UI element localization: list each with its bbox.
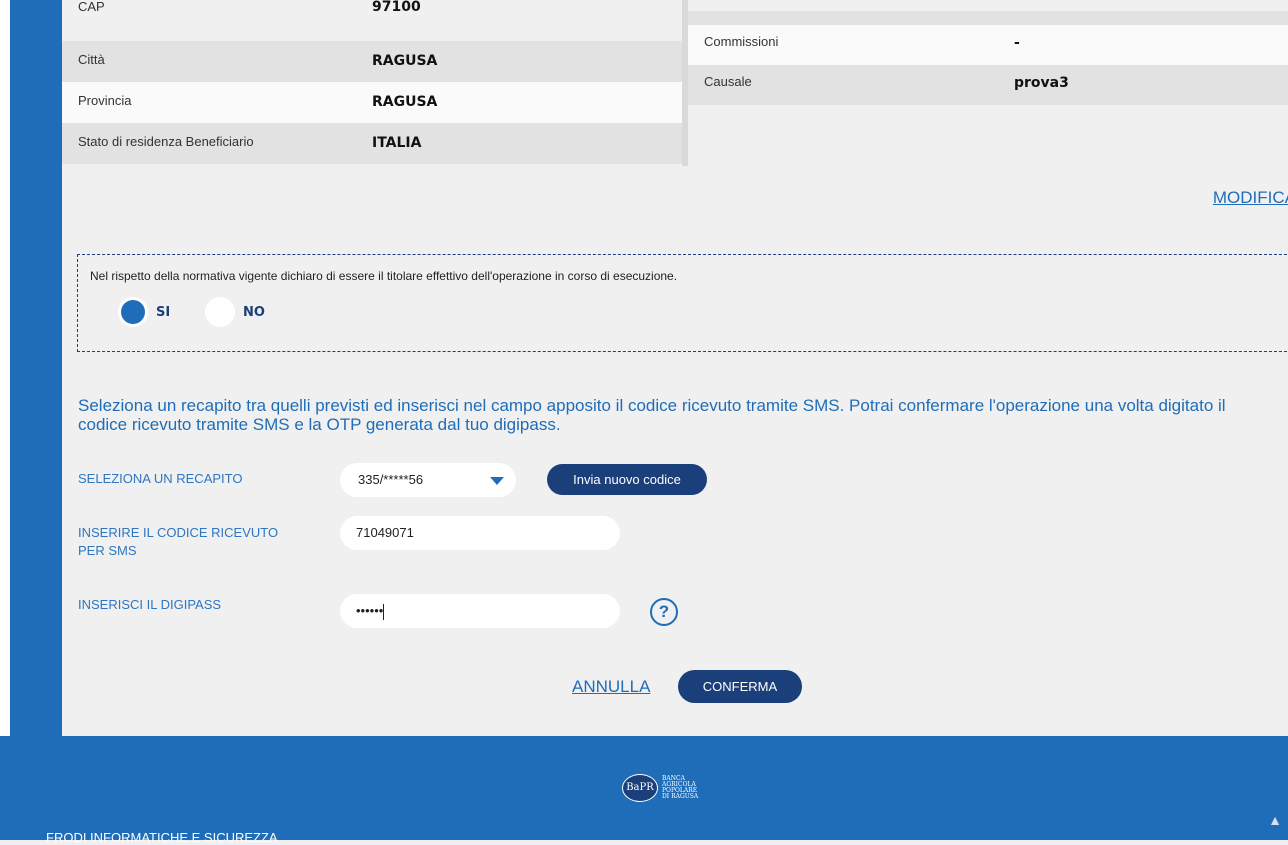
send-new-code-button[interactable]: Invia nuovo codice	[547, 464, 707, 495]
declaration-text: Nel rispetto della normativa vigente dic…	[90, 269, 678, 283]
summary-label: CAP	[78, 0, 105, 14]
beneficiary-summary-table: CAP 97100 Città RAGUSA Provincia RAGUSA …	[62, 0, 682, 164]
summary-row-citta: Città RAGUSA	[62, 41, 682, 82]
summary-value: prova3	[1014, 75, 1069, 91]
recapito-selected-value: 335/*****56	[358, 472, 424, 487]
summary-row-causale: Causale prova3	[688, 65, 1288, 105]
summary-row-cap: CAP 97100	[62, 0, 682, 41]
sms-code-input[interactable]: 71049071	[340, 516, 620, 550]
bank-logo-text: BANCA AGRICOLA POPOLARE DI RAGUSA	[662, 775, 699, 800]
text-cursor	[383, 603, 385, 620]
bank-logo-mark: BaPR	[622, 774, 658, 802]
radio-si[interactable]: SI	[118, 297, 170, 327]
summary-row-spacer	[688, 11, 1288, 25]
help-icon[interactable]: ?	[650, 598, 678, 626]
modify-link[interactable]: MODIFICA	[1213, 188, 1288, 208]
sms-code-label: INSERIRE IL CODICE RICEVUTO PER SMS	[78, 524, 278, 560]
summary-row-stato: Stato di residenza Beneficiario ITALIA	[62, 123, 682, 164]
summary-value: -	[1014, 35, 1020, 51]
summary-label: Città	[78, 52, 105, 67]
recapito-label: SELEZIONA UN RECAPITO	[78, 471, 243, 486]
summary-label: Stato di residenza Beneficiario	[78, 134, 254, 149]
side-band	[10, 0, 62, 736]
confirm-button[interactable]: CONFERMA	[678, 670, 802, 703]
security-footer-link[interactable]: FRODI INFORMATICHE E SICUREZZA	[46, 830, 278, 845]
summary-label: Commissioni	[704, 33, 779, 49]
radio-selected-icon	[118, 297, 148, 327]
radio-label: SI	[156, 304, 171, 320]
summary-value: RAGUSA	[372, 52, 438, 69]
radio-unselected-icon	[205, 297, 235, 327]
summary-label: Causale	[704, 73, 752, 89]
arrow-up-icon[interactable]: ▲	[1268, 812, 1282, 828]
sms-code-label-line1: INSERIRE IL CODICE RICEVUTO	[78, 525, 279, 540]
left-margin	[0, 0, 10, 736]
digipass-label: INSERISCI IL DIGIPASS	[78, 597, 222, 612]
cancel-button[interactable]: ANNULLA	[572, 677, 650, 697]
instruction-text: Seleziona un recapito tra quelli previst…	[78, 396, 1226, 434]
sms-code-label-line2: PER SMS	[78, 543, 137, 558]
summary-value: 97100	[372, 0, 421, 15]
chevron-down-icon	[490, 477, 504, 485]
bank-logo: BaPR BANCA AGRICOLA POPOLARE DI RAGUSA	[622, 774, 698, 802]
radio-label: NO	[243, 304, 265, 320]
summary-value: ITALIA	[372, 134, 422, 151]
digipass-input[interactable]: ••••••	[340, 594, 620, 628]
beneficial-owner-declaration: Nel rispetto della normativa vigente dic…	[77, 254, 1288, 352]
summary-row-commissioni: Commissioni -	[688, 25, 1288, 65]
summary-value: RAGUSA	[372, 93, 438, 110]
main-content: CAP 97100 Città RAGUSA Provincia RAGUSA …	[62, 0, 1288, 736]
summary-row-provincia: Provincia RAGUSA	[62, 82, 682, 123]
summary-label: Provincia	[78, 93, 132, 108]
transfer-summary-table: Commissioni - Causale prova3	[688, 11, 1288, 105]
radio-no[interactable]: NO	[205, 297, 265, 327]
recapito-select[interactable]: 335/*****56	[340, 463, 516, 497]
digipass-masked-value: ••••••	[356, 603, 384, 618]
